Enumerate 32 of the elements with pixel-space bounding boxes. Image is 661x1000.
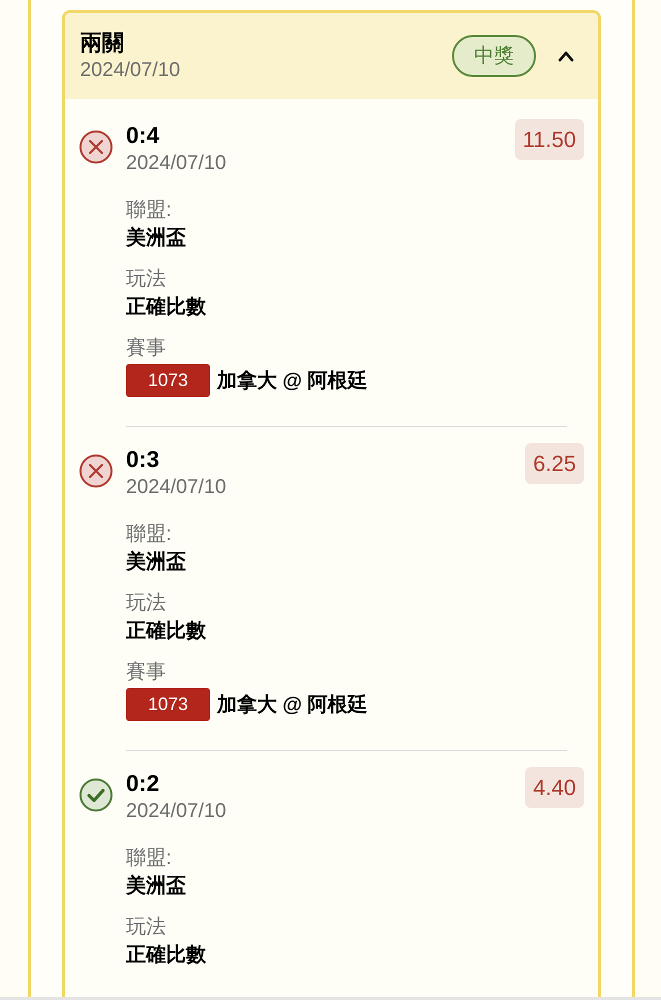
field-label: 玩法 — [126, 591, 167, 616]
field-value: 美洲盃 — [126, 874, 187, 899]
match-teams: 加拿大 @ 阿根廷 — [217, 692, 368, 718]
field-value: 美洲盃 — [126, 550, 187, 575]
pick-score: 0:4 — [126, 121, 160, 150]
field-label: 玩法 — [126, 915, 167, 940]
field-label: 聯盟: — [126, 846, 173, 871]
field-label: 聯盟: — [126, 522, 173, 547]
field-value: 正確比數 — [126, 619, 207, 644]
chevron-up-icon[interactable] — [558, 50, 574, 62]
field-label: 聯盟: — [126, 198, 173, 223]
pick-score: 0:3 — [126, 445, 160, 474]
field-value: 正確比數 — [126, 295, 207, 320]
field-label: 賽事 — [126, 336, 167, 361]
ticket-date: 2024/07/10 — [80, 58, 182, 83]
match-code-badge: 1073 — [126, 688, 210, 721]
leg-date: 2024/07/10 — [126, 475, 228, 499]
match-teams: 加拿大 @ 阿根廷 — [217, 368, 368, 394]
odds-badge: 11.50 — [514, 119, 584, 160]
odds-badge: 4.40 — [525, 767, 584, 808]
pick-score: 0:2 — [126, 769, 160, 798]
field-value: 正確比數 — [126, 943, 207, 968]
field-label: 玩法 — [126, 267, 167, 292]
field-label: 賽事 — [126, 660, 167, 685]
field-value: 美洲盃 — [126, 226, 187, 251]
odds-badge: 6.25 — [525, 443, 584, 484]
ticket-header[interactable]: 兩關 2024/07/10 中獎 — [65, 13, 598, 99]
leg-date: 2024/07/10 — [126, 151, 228, 175]
ticket-title: 兩關 — [80, 29, 125, 57]
status-badge: 中獎 — [452, 35, 536, 77]
match-code-badge: 1073 — [126, 364, 210, 397]
leg-date: 2024/07/10 — [126, 799, 228, 823]
